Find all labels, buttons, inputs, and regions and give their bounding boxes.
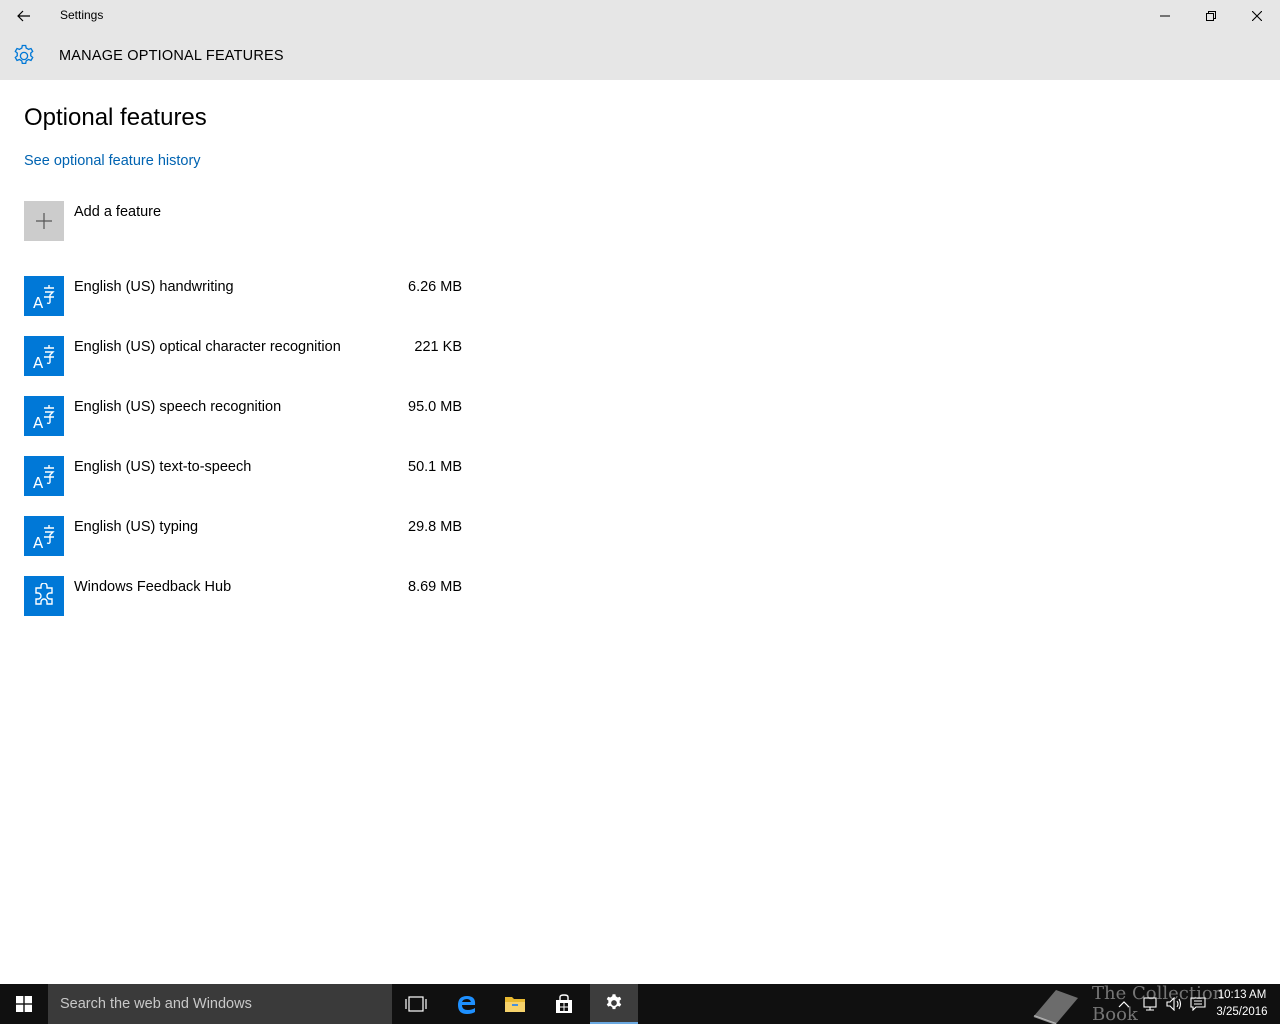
close-icon: [1252, 11, 1262, 21]
puzzle-icon: [24, 576, 64, 616]
feature-size: 8.69 MB: [408, 579, 462, 595]
feature-item[interactable]: A English (US) optical character recogni…: [24, 336, 464, 396]
svg-text:A: A: [33, 534, 44, 550]
show-hidden-icons-button[interactable]: [1118, 984, 1130, 1024]
restore-icon: [1206, 11, 1216, 21]
feature-name: English (US) handwriting: [74, 279, 234, 295]
svg-text:A: A: [33, 414, 44, 430]
task-view-icon: [405, 996, 427, 1012]
feature-item[interactable]: A English (US) text-to-speech 50.1 MB: [24, 456, 464, 516]
feature-name: English (US) typing: [74, 519, 199, 535]
store-button[interactable]: [540, 984, 588, 1024]
volume-button[interactable]: [1166, 984, 1184, 1024]
page-title: Optional features: [24, 104, 207, 131]
close-button[interactable]: [1234, 0, 1280, 32]
volume-icon: [1166, 997, 1182, 1011]
feature-size: 29.8 MB: [408, 519, 462, 535]
task-view-button[interactable]: [392, 984, 440, 1024]
window-title: Settings: [60, 8, 104, 22]
folder-icon: [505, 997, 525, 1012]
feature-size: 6.26 MB: [408, 279, 462, 295]
feature-size: 221 KB: [414, 339, 462, 355]
network-icon: [1143, 997, 1157, 1011]
feature-item[interactable]: A English (US) typing 29.8 MB: [24, 516, 464, 576]
minimize-icon: [1160, 15, 1170, 17]
search-placeholder: Search the web and Windows: [60, 996, 252, 1012]
language-icon: A: [24, 456, 64, 496]
add-feature-label: Add a feature: [74, 204, 162, 220]
windows-logo-icon: [16, 996, 32, 1012]
feature-size: 95.0 MB: [408, 399, 462, 415]
plus-icon: [24, 201, 64, 241]
file-explorer-button[interactable]: [491, 984, 539, 1024]
restore-button[interactable]: [1188, 0, 1234, 32]
back-arrow-icon: [17, 10, 30, 22]
gear-icon: [14, 44, 34, 65]
start-button[interactable]: [0, 984, 48, 1024]
taskbar: Search the web and Windows The Collectio…: [0, 983, 1280, 1025]
clock-date: 3/25/2016: [1216, 1006, 1268, 1018]
feature-size: 50.1 MB: [408, 459, 462, 475]
language-icon: A: [24, 276, 64, 316]
feature-name: English (US) optical character recogniti…: [74, 339, 341, 355]
edge-icon: [458, 996, 476, 1014]
feature-name: English (US) speech recognition: [74, 399, 282, 415]
feature-name: Windows Feedback Hub: [74, 579, 232, 595]
chevron-up-icon: [1118, 1001, 1130, 1008]
book-icon: [1033, 990, 1078, 1024]
action-center-button[interactable]: [1190, 984, 1206, 1024]
installed-features-list: A English (US) handwriting 6.26 MB A Eng…: [24, 276, 464, 636]
store-icon: [556, 994, 572, 1013]
language-icon: A: [24, 516, 64, 556]
feature-name: English (US) text-to-speech: [74, 459, 252, 475]
page-header: MANAGE OPTIONAL FEATURES: [0, 32, 1280, 80]
gear-icon: [606, 994, 622, 1010]
title-bar: Settings: [0, 0, 1280, 32]
notification-icon: [1190, 997, 1206, 1011]
edge-browser-button[interactable]: [443, 984, 491, 1024]
add-feature-button[interactable]: Add a feature: [24, 201, 324, 241]
network-button[interactable]: [1142, 984, 1158, 1024]
language-icon: A: [24, 336, 64, 376]
taskbar-clock[interactable]: 10:13 AM 3/25/2016: [1210, 987, 1274, 1021]
taskbar-search-box[interactable]: Search the web and Windows: [48, 984, 392, 1024]
settings-taskbar-button[interactable]: [590, 984, 638, 1024]
feature-item[interactable]: A English (US) handwriting 6.26 MB: [24, 276, 464, 336]
svg-text:A: A: [33, 294, 44, 310]
feature-item[interactable]: Windows Feedback Hub 8.69 MB: [24, 576, 464, 636]
feature-history-link[interactable]: See optional feature history: [24, 153, 201, 169]
feature-item[interactable]: A English (US) speech recognition 95.0 M…: [24, 396, 464, 456]
back-button[interactable]: [0, 0, 48, 32]
language-icon: A: [24, 396, 64, 436]
clock-time: 10:13 AM: [1217, 989, 1267, 1001]
svg-text:A: A: [33, 474, 44, 490]
header-title: MANAGE OPTIONAL FEATURES: [59, 48, 284, 64]
svg-text:A: A: [33, 354, 44, 370]
minimize-button[interactable]: [1142, 0, 1188, 32]
